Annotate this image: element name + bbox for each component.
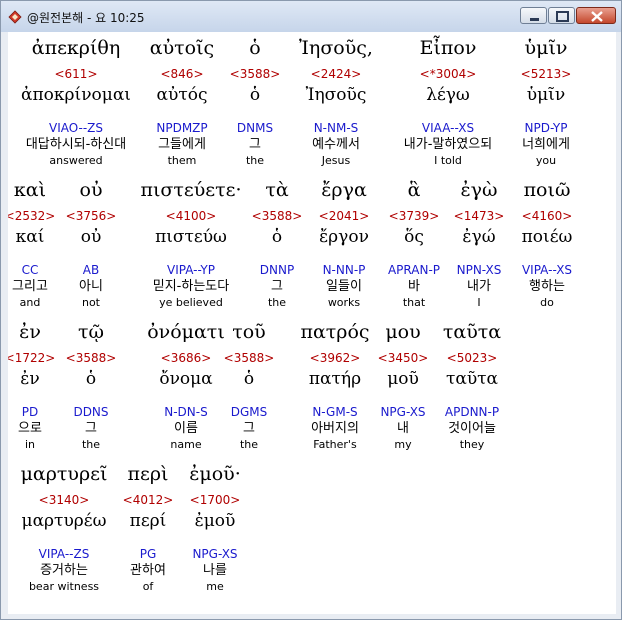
strong-number[interactable]: <5023>: [402, 350, 542, 366]
english-gloss: do: [540, 296, 554, 309]
greek-word: ὑμῖν: [524, 37, 568, 59]
word-cell[interactable]: ποιῶ <4160> ποιέω VIPA--XS 행하는 do: [477, 174, 616, 310]
window-title: @원전본해 - 요 10:25: [27, 11, 145, 25]
maximize-icon: [556, 11, 569, 22]
greek-word: ἐμοῦ·: [189, 463, 241, 485]
close-button[interactable]: [576, 7, 616, 24]
parsing-code: VIPA--XS: [521, 263, 573, 277]
lemma: ὑμῖν: [526, 85, 566, 105]
strong-number[interactable]: <4160>: [477, 208, 616, 224]
interlinear-panel[interactable]: ἀπεκρίθη <611> ἀποκρίνομαι VIAO--ZS 대답하시되-하신…: [8, 32, 616, 614]
parsing-code: NPG-XS: [192, 547, 238, 561]
korean-gloss: 나를: [203, 563, 227, 578]
korean-gloss: 행하는: [529, 279, 565, 294]
lemma: ποιέω: [521, 227, 573, 247]
word-cell[interactable]: ὑμῖν <5213> ὑμῖν NPD-YP 너희에게 you: [476, 32, 616, 168]
parsing-code: NPD-YP: [524, 121, 568, 135]
minimize-icon: [530, 18, 539, 21]
lemma: ἐμοῦ: [194, 511, 236, 531]
close-icon: [591, 11, 603, 22]
maximize-button[interactable]: [548, 7, 575, 24]
word-cell[interactable]: ἐμοῦ· <1700> ἐμοῦ NPG-XS 나를 me: [145, 458, 285, 594]
parsing-code: APDNN-P: [444, 405, 500, 419]
greek-word: ταῦτα: [442, 321, 502, 343]
title-bar[interactable]: @원전본해 - 요 10:25: [1, 1, 621, 32]
korean-gloss: 것이어늘: [448, 421, 496, 436]
app-window: @원전본해 - 요 10:25 ἀπεκρίθη <611> ἀποκρίνομαι…: [0, 0, 622, 620]
lemma: ταῦτα: [445, 369, 499, 389]
bible-app-icon: [8, 10, 22, 24]
word-cell[interactable]: ταῦτα <5023> ταῦτα APDNN-P 것이어늘 they: [402, 316, 542, 452]
english-gloss: you: [535, 154, 557, 167]
korean-gloss: 너희에게: [522, 137, 570, 152]
minimize-button[interactable]: [520, 7, 547, 24]
strong-number[interactable]: <1700>: [145, 492, 285, 508]
english-gloss: they: [459, 438, 485, 451]
greek-word: ποιῶ: [523, 179, 571, 201]
strong-number[interactable]: <5213>: [476, 66, 616, 82]
english-gloss: me: [206, 580, 224, 593]
